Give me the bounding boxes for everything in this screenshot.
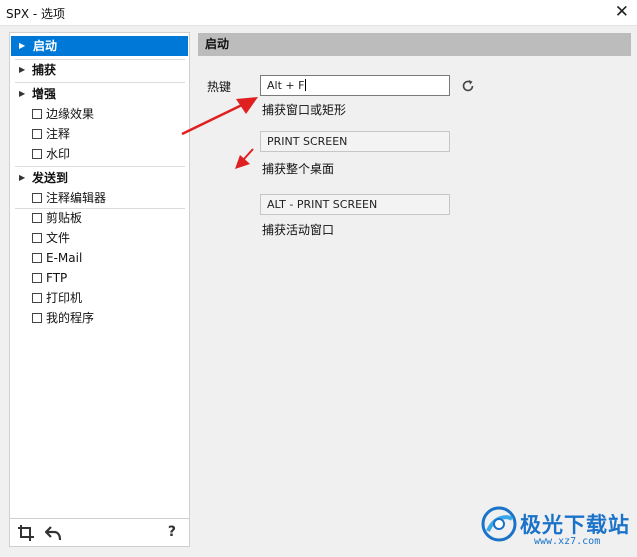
sidebar-item-printer[interactable]: 打印机 [32, 289, 82, 307]
watermark-text: 极光下载站 [520, 513, 630, 537]
sidebar-item-edge-effect[interactable]: 边缘效果 [32, 105, 94, 123]
checkbox[interactable] [32, 253, 42, 263]
sidebar-item-clipboard[interactable]: 剪贴板 [32, 209, 82, 227]
sidebar-item-capture[interactable]: ▶ 捕获 [10, 60, 189, 80]
annotation-arrow [181, 102, 245, 136]
text-cursor [305, 79, 307, 91]
hotkey-label: 热键 [207, 80, 232, 94]
sidebar-item-annotation[interactable]: 注释 [32, 125, 70, 143]
sidebar-item-label: 文件 [46, 231, 71, 245]
sidebar-item-enhance[interactable]: ▶ 增强 [10, 84, 189, 104]
checkbox[interactable] [32, 293, 42, 303]
sidebar-item-label: 发送到 [32, 171, 69, 185]
annotation-arrow [243, 148, 254, 160]
expand-arrow-icon: ▶ [19, 65, 26, 74]
section-header: 启动 [198, 33, 631, 56]
sidebar-item-label: E-Mail [46, 251, 83, 265]
checkbox[interactable] [32, 129, 42, 139]
checkbox[interactable] [32, 233, 42, 243]
hotkey-value: PRINT SCREEN [267, 135, 348, 148]
checkbox[interactable] [32, 109, 42, 119]
sidebar-toolbar: ? [10, 518, 189, 546]
sidebar-item-watermark[interactable]: 水印 [32, 145, 70, 163]
window-title: SPX - 选项 [6, 7, 66, 21]
hotkey-value: ALT - PRINT SCREEN [267, 198, 378, 211]
hotkey-capture-desktop-input[interactable]: PRINT SCREEN [260, 131, 450, 152]
hotkey-capture-window-input[interactable]: Alt + F [260, 75, 450, 96]
expand-arrow-icon: ▶ [19, 89, 26, 98]
divider [15, 166, 185, 167]
sidebar-item-label: 启动 [33, 39, 58, 53]
sidebar-nav: ▶ 启动 ▶ 捕获 ▶ 增强 边缘效果 注释 水印 ▶ 发送到 注释编辑器 剪贴… [9, 32, 190, 547]
arrowhead-icon [236, 97, 258, 114]
checkbox[interactable] [32, 149, 42, 159]
checkbox[interactable] [32, 313, 42, 323]
sidebar-item-startup[interactable]: ▶ 启动 [11, 36, 188, 56]
sidebar-item-label: 注释 [46, 127, 71, 141]
checkbox[interactable] [32, 193, 42, 203]
sidebar-item-label: 打印机 [46, 291, 83, 305]
capture-desktop-label: 捕获整个桌面 [262, 162, 335, 176]
close-icon[interactable]: ✕ [615, 3, 629, 21]
expand-arrow-icon: ▶ [19, 173, 26, 182]
sidebar-item-file[interactable]: 文件 [32, 229, 70, 247]
hotkey-value: Alt + F [267, 79, 305, 92]
crop-icon[interactable] [17, 524, 35, 542]
watermark-url: www.xz7.com [534, 536, 601, 547]
sidebar-item-annotation-editor[interactable]: 注释编辑器 [32, 189, 106, 207]
help-button[interactable]: ? [168, 524, 176, 540]
watermark-logo: 极光下载站 www.xz7.com [480, 505, 630, 550]
refresh-icon[interactable] [461, 79, 475, 93]
watermark-swirl-icon [481, 506, 517, 542]
checkbox[interactable] [32, 273, 42, 283]
sidebar-item-label: FTP [46, 271, 68, 285]
sidebar-item-label: 增强 [32, 87, 57, 101]
hotkey-capture-active-input[interactable]: ALT - PRINT SCREEN [260, 194, 450, 215]
sidebar-item-ftp[interactable]: FTP [32, 269, 67, 287]
sidebar-item-my-program[interactable]: 我的程序 [32, 309, 94, 327]
sidebar-item-email[interactable]: E-Mail [32, 249, 82, 267]
capture-window-label: 捕获窗口或矩形 [262, 103, 347, 117]
sidebar-item-label: 捕获 [32, 63, 57, 77]
undo-arrow-icon[interactable] [45, 524, 63, 542]
sidebar-item-label: 我的程序 [46, 311, 95, 325]
title-bar: SPX - 选项 ✕ [0, 0, 637, 26]
arrowhead-icon [235, 155, 250, 169]
checkbox[interactable] [32, 213, 42, 223]
expand-arrow-icon: ▶ [19, 41, 26, 50]
sidebar-item-label: 剪贴板 [46, 211, 83, 225]
sidebar-item-label: 边缘效果 [46, 107, 95, 121]
sidebar-item-label: 水印 [46, 147, 71, 161]
sidebar-item-send-to[interactable]: ▶ 发送到 [10, 168, 189, 188]
capture-active-label: 捕获活动窗口 [262, 223, 335, 237]
divider [15, 82, 185, 83]
sidebar-item-label: 注释编辑器 [46, 191, 107, 205]
